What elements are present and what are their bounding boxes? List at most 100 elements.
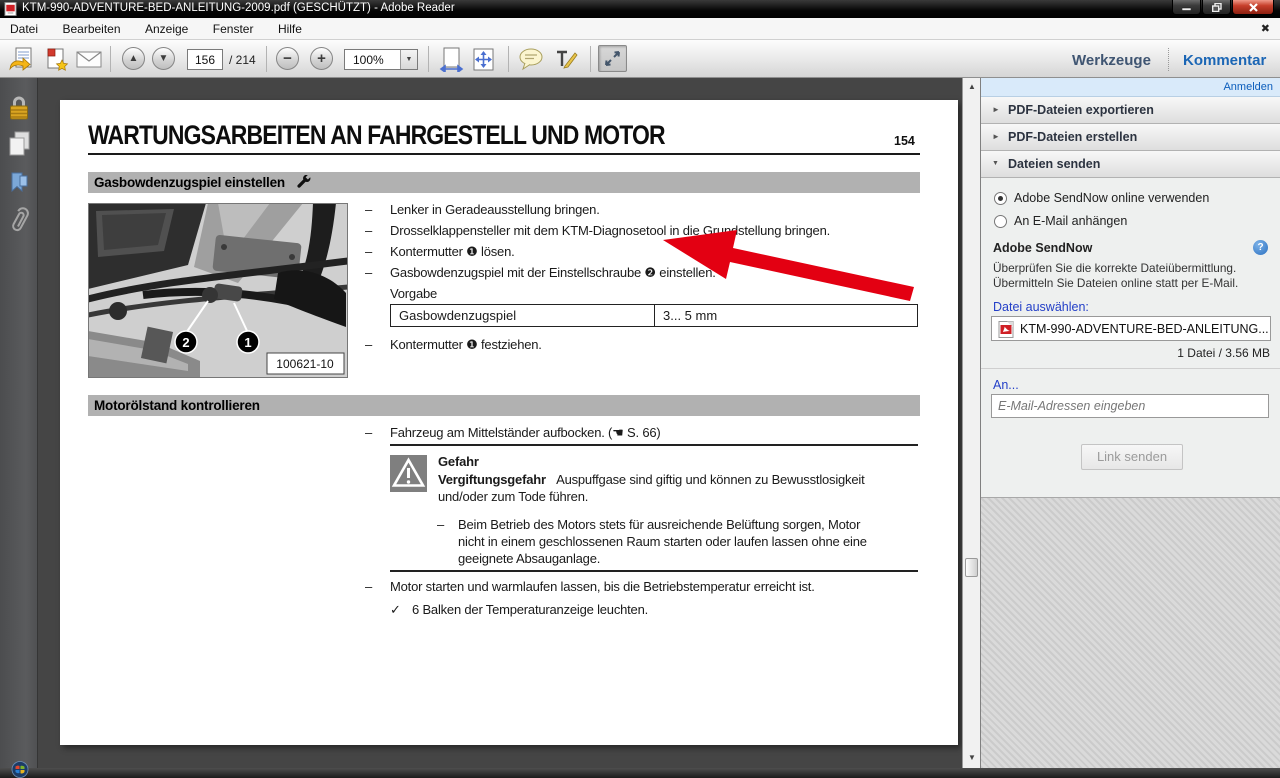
- sign-tool-icon[interactable]: [552, 47, 579, 72]
- document-scrollbar[interactable]: ▲ ▼: [962, 78, 980, 768]
- sendnow-description: Übermitteln Sie Dateien online statt per…: [993, 276, 1238, 290]
- collapsed-arrow-icon: ►: [992, 97, 1000, 123]
- check-text: 6 Balken der Temperaturanzeige leuchten.: [412, 602, 648, 617]
- warning-line1: Vergiftungsgefahr Auspuffgase sind gifti…: [438, 472, 864, 487]
- pdf-file-icon: [998, 321, 1014, 338]
- toolbar-separator: [508, 46, 509, 72]
- minimize-icon: [1182, 4, 1191, 11]
- menu-anzeige[interactable]: Anzeige: [135, 18, 198, 36]
- signin-link[interactable]: Anmelden: [1223, 81, 1273, 93]
- restore-button[interactable]: [1202, 0, 1231, 15]
- menu-bar: Datei Bearbeiten Anzeige Fenster Hilfe ✖: [0, 18, 1280, 40]
- start-button[interactable]: [11, 761, 29, 778]
- bullet-dash: –: [437, 517, 444, 532]
- bullet-dash: –: [365, 337, 372, 352]
- task-pane: Anmelden ► PDF-Dateien exportieren ► PDF…: [980, 78, 1280, 768]
- bookmarks-icon[interactable]: [0, 171, 38, 197]
- close-document-icon[interactable]: ✖: [1261, 22, 1270, 35]
- radio-sendnow-label[interactable]: Adobe SendNow online verwenden: [1014, 191, 1209, 205]
- document-pane[interactable]: WARTUNGSARBEITEN AN FAHRGESTELL UND MOTO…: [38, 78, 962, 768]
- scroll-down-icon[interactable]: ▼: [963, 751, 981, 765]
- zoom-level-value: 100%: [345, 50, 400, 69]
- send-link-button[interactable]: Link senden: [1081, 444, 1183, 470]
- panel-header-export-pdf[interactable]: ► PDF-Dateien exportieren: [981, 97, 1280, 124]
- minus-icon: −: [283, 50, 292, 67]
- to-label: An...: [993, 378, 1019, 392]
- spec-parameter: Gasbowdenzugspiel: [391, 305, 655, 326]
- toolbar-separator: [266, 46, 267, 72]
- radio-adobe-sendnow[interactable]: [994, 192, 1007, 205]
- menu-hilfe[interactable]: Hilfe: [268, 18, 312, 36]
- expanded-arrow-icon: ▼: [992, 151, 999, 177]
- scrollbar-thumb[interactable]: [965, 558, 978, 577]
- radio-email-attach[interactable]: [994, 215, 1007, 228]
- page-number-input[interactable]: [187, 49, 223, 70]
- email-recipients-input[interactable]: [991, 394, 1269, 418]
- close-button[interactable]: [1232, 0, 1274, 15]
- red-annotation-arrow: [60, 100, 958, 745]
- zoom-level-select[interactable]: 100% ▼: [344, 49, 418, 70]
- tab-werkzeuge[interactable]: Werkzeuge: [1072, 52, 1151, 69]
- bullet-dash: –: [365, 579, 372, 594]
- reading-mode-button[interactable]: [598, 45, 627, 72]
- sendnow-title: Adobe SendNow: [993, 241, 1092, 255]
- bullet-text: Motor starten und warmlaufen lassen, bis…: [390, 579, 815, 594]
- vorgabe-label: Vorgabe: [390, 286, 437, 301]
- open-file-icon[interactable]: [8, 47, 35, 71]
- email-icon[interactable]: [76, 47, 102, 71]
- reading-mode-icon: [603, 49, 622, 68]
- choose-file-label: Datei auswählen:: [993, 300, 1089, 314]
- bullet-text: Gasbowdenzugspiel mit der Einstellschrau…: [390, 265, 716, 281]
- wrench-icon: [297, 175, 312, 189]
- navigation-rail: [0, 78, 38, 768]
- menu-datei[interactable]: Datei: [0, 18, 48, 36]
- warning-title: Gefahr: [438, 454, 479, 469]
- close-icon: [1249, 3, 1258, 12]
- next-page-button[interactable]: ▼: [152, 47, 175, 70]
- panel-header-create-pdf[interactable]: ► PDF-Dateien erstellen: [981, 124, 1280, 151]
- bullet-dash: –: [365, 425, 372, 440]
- bullet-text: Kontermutter ❶ lösen.: [390, 244, 515, 260]
- selected-file-entry[interactable]: KTM-990-ADVENTURE-BED-ANLEITUNG...: [991, 316, 1271, 341]
- file-name: KTM-990-ADVENTURE-BED-ANLEITUNG...: [1020, 322, 1269, 336]
- bullet-dash: –: [365, 265, 372, 280]
- attachments-paperclip-icon[interactable]: [0, 206, 38, 238]
- menu-bearbeiten[interactable]: Bearbeiten: [52, 18, 130, 36]
- empty-pane-hatch: [981, 497, 1280, 768]
- tab-kommentar[interactable]: Kommentar: [1183, 52, 1266, 69]
- page-thumbnails-icon[interactable]: [0, 130, 38, 158]
- fit-width-icon[interactable]: [438, 47, 465, 72]
- spec-table: Gasbowdenzugspiel 3... 5 mm: [390, 304, 918, 327]
- scroll-up-icon[interactable]: ▲: [963, 80, 981, 94]
- security-lock-icon[interactable]: [0, 94, 38, 121]
- toolbar-separator: [110, 46, 111, 72]
- help-icon[interactable]: ?: [1253, 240, 1268, 255]
- create-pdf-icon[interactable]: [42, 47, 69, 71]
- radio-email-label[interactable]: An E-Mail anhängen: [1014, 214, 1127, 228]
- bullet-text: Drosselklappensteller mit dem KTM-Diagno…: [390, 223, 830, 238]
- bullet-dash: –: [365, 202, 372, 217]
- down-arrow-icon: ▼: [159, 53, 169, 64]
- title-bar: KTM-990-ADVENTURE-BED-ANLEITUNG-2009.pdf…: [0, 0, 1280, 18]
- callout-2: 2: [182, 335, 189, 350]
- up-arrow-icon: ▲: [129, 53, 139, 64]
- fit-page-icon[interactable]: [470, 47, 497, 72]
- minimize-button[interactable]: [1172, 0, 1201, 15]
- bullet-text: Fahrzeug am Mittelständer aufbocken. (☚ …: [390, 425, 661, 441]
- panel-header-send-files[interactable]: ▼ Dateien senden: [981, 151, 1280, 178]
- warning-sub-line: nicht in einem geschlossenen Raum starte…: [458, 534, 867, 549]
- chevron-down-icon[interactable]: ▼: [400, 50, 417, 69]
- menu-fenster[interactable]: Fenster: [203, 18, 264, 36]
- previous-page-button[interactable]: ▲: [122, 47, 145, 70]
- page-number: 154: [894, 134, 915, 148]
- warning-sub-line: geeignete Absauganlage.: [458, 551, 600, 566]
- zoom-out-button[interactable]: −: [276, 47, 299, 70]
- rule: [390, 444, 918, 446]
- zoom-in-button[interactable]: +: [310, 47, 333, 70]
- sendnow-description: Überprüfen Sie die korrekte Dateiübermit…: [993, 261, 1236, 275]
- signin-bar: Anmelden: [981, 78, 1280, 97]
- bullet-text: Kontermutter ❶ festziehen.: [390, 337, 542, 353]
- callout-1: 1: [244, 335, 251, 350]
- comment-bubble-icon[interactable]: [518, 47, 545, 72]
- adobe-reader-window: KTM-990-ADVENTURE-BED-ANLEITUNG-2009.pdf…: [0, 0, 1280, 778]
